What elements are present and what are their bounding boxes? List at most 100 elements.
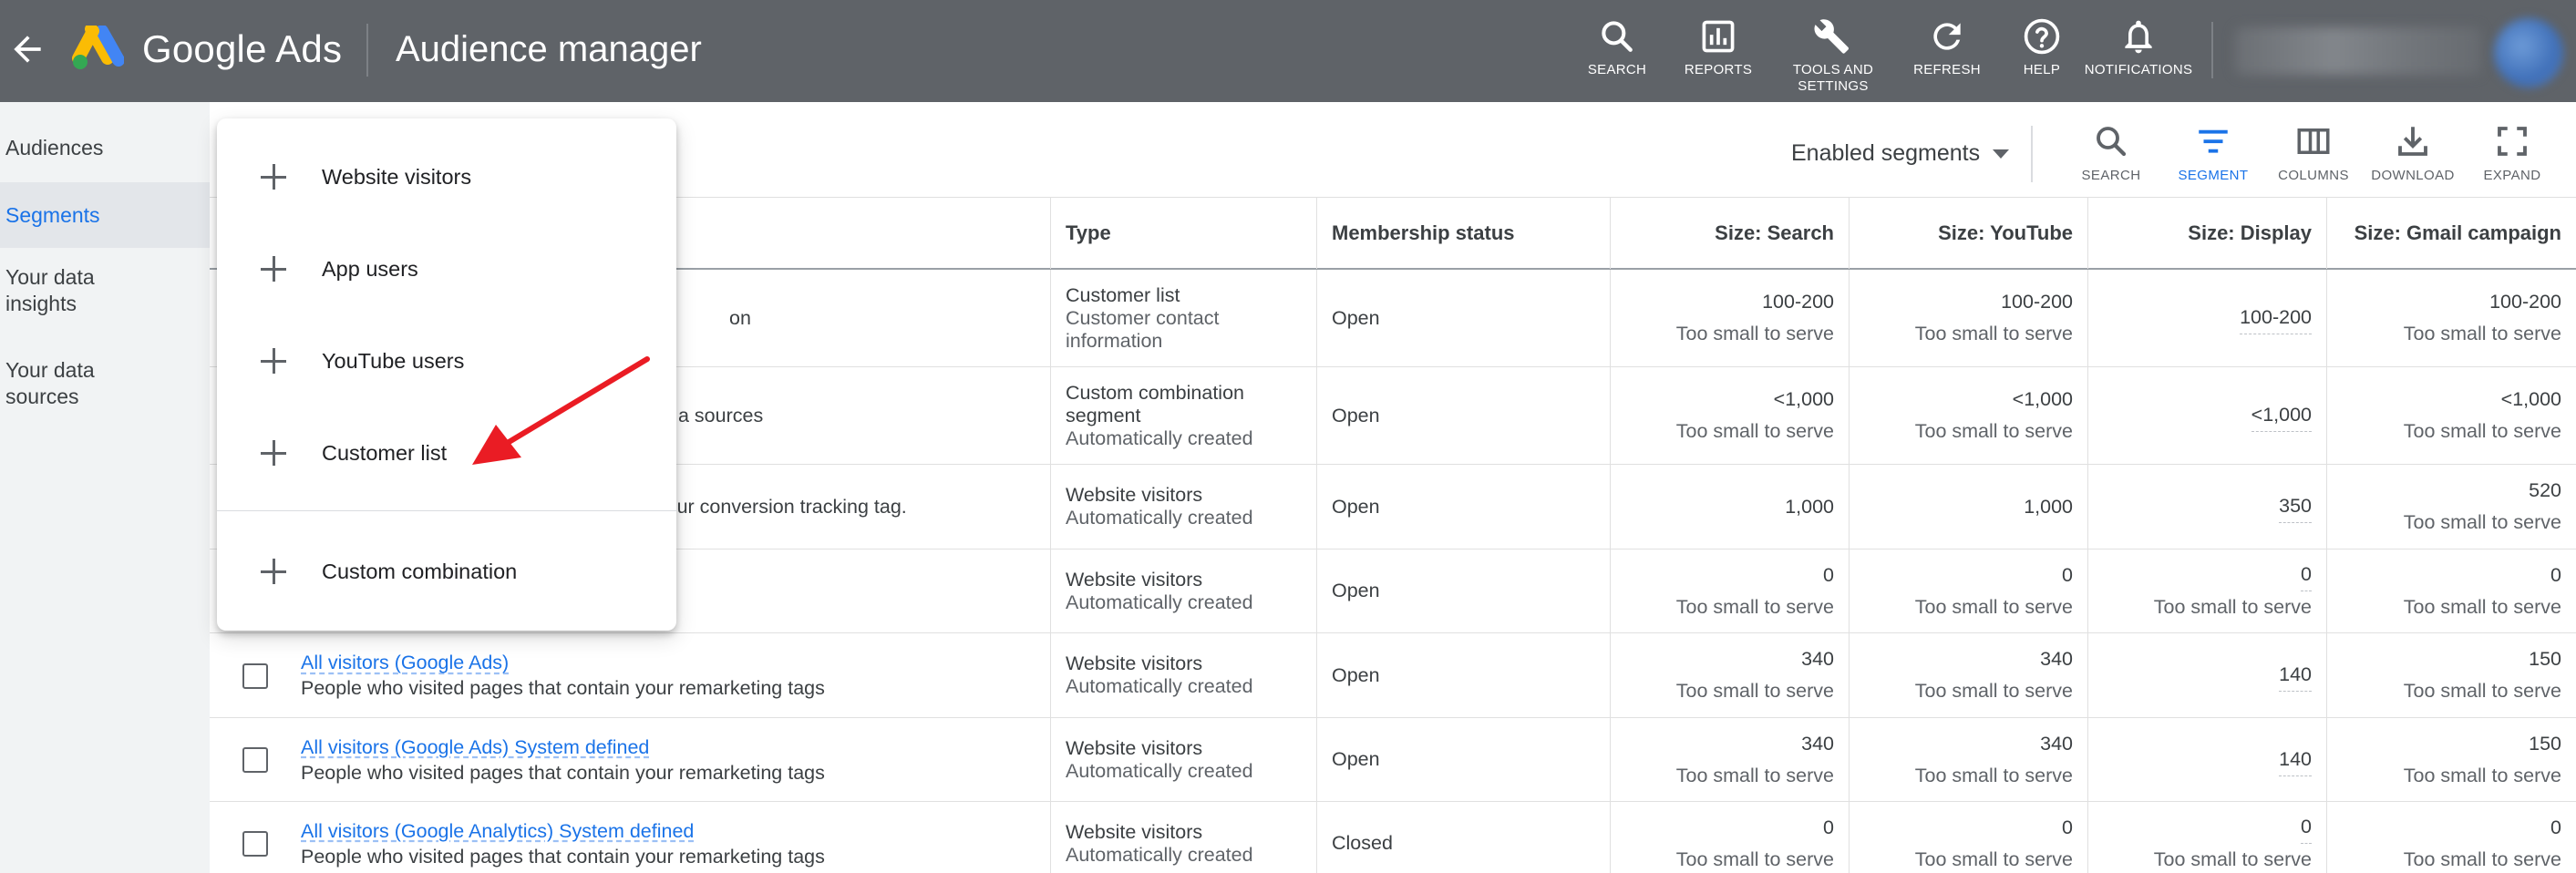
size-search-value: 1,000 xyxy=(1785,495,1834,518)
header-membership-status[interactable]: Membership status xyxy=(1316,198,1610,269)
type-cell: Website visitors Automatically created xyxy=(1050,465,1316,549)
size-youtube-status: Too small to serve xyxy=(1914,847,2073,870)
table-row[interactable]: All visitors (Google Analytics) System d… xyxy=(210,802,2576,873)
toolbar-segment-button[interactable]: SEGMENT xyxy=(2159,122,2268,184)
size-display-status: Too small to serve xyxy=(2153,596,2312,618)
plus-icon xyxy=(261,348,286,374)
refresh-icon xyxy=(1933,23,1961,50)
size-gmail-status: Too small to serve xyxy=(2403,420,2561,442)
header-size-gmail[interactable]: Size: Gmail campaign xyxy=(2326,198,2576,269)
sidebar-item-your-data-sources[interactable]: Your data sources xyxy=(0,357,137,410)
size-youtube-value: 1,000 xyxy=(2024,495,2073,518)
size-gmail-status: Too small to serve xyxy=(2403,595,2561,618)
sidebar-item-audiences[interactable]: Audiences xyxy=(0,135,210,168)
type-cell: Customer list Customer contact informatio… xyxy=(1050,270,1316,366)
brand-name[interactable]: Google Ads xyxy=(142,26,342,73)
toolbar-divider xyxy=(2031,126,2033,182)
type-subtext: Customer contact information xyxy=(1066,306,1220,352)
size-display-value: 100-200 xyxy=(2240,302,2312,334)
size-search-cell: 0 Too small to serve xyxy=(1610,802,1849,873)
type-cell: Website visitors Automatically created xyxy=(1050,802,1316,873)
membership-status-cell: Open xyxy=(1316,270,1610,366)
google-ads-logo-icon xyxy=(72,26,124,69)
size-youtube-value: <1,000 xyxy=(2012,388,2073,410)
membership-status-value: Open xyxy=(1332,663,1380,686)
segment-name-link[interactable]: All visitors (Google Ads) System defined xyxy=(301,734,1036,760)
menu-item-app-users[interactable]: App users xyxy=(217,241,676,296)
segment-description: People who visited pages that contain yo… xyxy=(301,845,825,868)
size-search-cell: 1,000 xyxy=(1610,465,1849,549)
size-search-status: Too small to serve xyxy=(1675,847,1834,870)
type-cell: Custom combination segment Automatically … xyxy=(1050,367,1316,464)
header-size-search[interactable]: Size: Search xyxy=(1610,198,1849,269)
size-youtube-cell: 1,000 xyxy=(1849,465,2087,549)
segment-name-cell: All visitors (Google Analytics) System d… xyxy=(286,802,1050,873)
size-youtube-value: 0 xyxy=(2062,563,2073,586)
menu-item-website-visitors[interactable]: Website visitors xyxy=(217,149,676,204)
header-size-youtube[interactable]: Size: YouTube xyxy=(1849,198,2087,269)
type-value: Website visitors xyxy=(1066,652,1203,674)
toolbar-download-button[interactable]: DOWNLOAD xyxy=(2358,122,2468,184)
membership-status-cell: Open xyxy=(1316,465,1610,549)
table-row[interactable]: All visitors (Google Ads) System defined… xyxy=(210,718,2576,802)
size-youtube-cell: <1,000 Too small to serve xyxy=(1849,367,2087,464)
top-app-bar: Google Ads Audience manager SEARCH REPOR… xyxy=(0,0,2576,102)
size-search-value: 340 xyxy=(1801,648,1834,670)
size-display-value: 350 xyxy=(2279,490,2312,523)
type-value: Customer list xyxy=(1066,283,1180,306)
sidebar-item-segments[interactable]: Segments xyxy=(0,182,210,248)
size-gmail-status: Too small to serve xyxy=(2403,511,2561,533)
segment-name-link[interactable]: All visitors (Google Analytics) System d… xyxy=(301,818,1036,844)
wrench-icon xyxy=(1814,19,1850,54)
type-subtext: Automatically created xyxy=(1066,675,1253,697)
size-search-status: Too small to serve xyxy=(1675,595,1834,618)
size-youtube-value: 100-200 xyxy=(2001,291,2073,313)
segment-name-cell: All visitors (Google Ads) System defined… xyxy=(286,718,1050,801)
menu-divider xyxy=(217,510,676,511)
top-notifications-button[interactable]: NOTIFICATIONS xyxy=(2082,16,2195,78)
avatar[interactable] xyxy=(2494,18,2563,87)
size-gmail-cell: 0 Too small to serve xyxy=(2326,802,2576,873)
size-search-value: <1,000 xyxy=(1773,388,1834,410)
account-info-redacted[interactable] xyxy=(2235,27,2481,75)
membership-status-value: Open xyxy=(1332,306,1380,329)
size-gmail-value: 150 xyxy=(2529,648,2561,670)
toolbar-expand-button[interactable]: EXPAND xyxy=(2458,122,2567,184)
size-youtube-status: Too small to serve xyxy=(1914,680,2073,702)
dropdown-caret-icon xyxy=(1993,149,2010,159)
row-checkbox[interactable] xyxy=(242,831,268,857)
type-value: Website visitors xyxy=(1066,568,1203,591)
top-search-button[interactable]: SEARCH xyxy=(1561,16,1674,78)
menu-item-label: YouTube users xyxy=(322,349,465,373)
size-display-cell: 350 xyxy=(2087,465,2326,549)
type-value: Website visitors xyxy=(1066,820,1203,843)
sidebar-item-your-data-insights[interactable]: Your data insights xyxy=(0,264,155,317)
size-search-cell: 0 Too small to serve xyxy=(1610,549,1849,632)
segment-description: People who visited pages that contain yo… xyxy=(301,677,825,699)
header-size-display[interactable]: Size: Display xyxy=(2087,198,2326,269)
toolbar-search-button[interactable]: SEARCH xyxy=(2056,122,2166,184)
size-display-cell: 140 xyxy=(2087,718,2326,801)
top-tools-button[interactable]: TOOLS AND SETTINGS xyxy=(1777,16,1890,95)
size-youtube-cell: 100-200 Too small to serve xyxy=(1849,270,2087,366)
plus-icon xyxy=(261,164,286,190)
header-type[interactable]: Type xyxy=(1050,198,1316,269)
toolbar-segment-label: SEGMENT xyxy=(2178,168,2249,183)
top-reports-button[interactable]: REPORTS xyxy=(1662,16,1775,78)
size-gmail-cell: 520 Too small to serve xyxy=(2326,465,2576,549)
back-arrow-icon[interactable] xyxy=(7,29,47,69)
toolbar-download-label: DOWNLOAD xyxy=(2371,168,2455,183)
row-checkbox[interactable] xyxy=(242,747,268,773)
left-navigation: Audiences Segments Your data insights Yo… xyxy=(0,102,210,873)
size-display-status: Too small to serve xyxy=(2153,848,2312,870)
table-row[interactable]: All visitors (Google Ads) People who visi… xyxy=(210,633,2576,718)
menu-item-custom-combination[interactable]: Custom combination xyxy=(217,544,676,599)
row-checkbox[interactable] xyxy=(242,663,268,689)
size-search-value: 100-200 xyxy=(1762,291,1834,313)
help-icon xyxy=(2024,18,2060,55)
size-display-value: 140 xyxy=(2279,744,2312,776)
reports-icon xyxy=(1702,20,1735,53)
size-search-status: Too small to serve xyxy=(1675,323,1834,344)
toolbar-columns-button[interactable]: COLUMNS xyxy=(2259,122,2368,184)
segment-name-link[interactable]: All visitors (Google Ads) xyxy=(301,650,1036,675)
